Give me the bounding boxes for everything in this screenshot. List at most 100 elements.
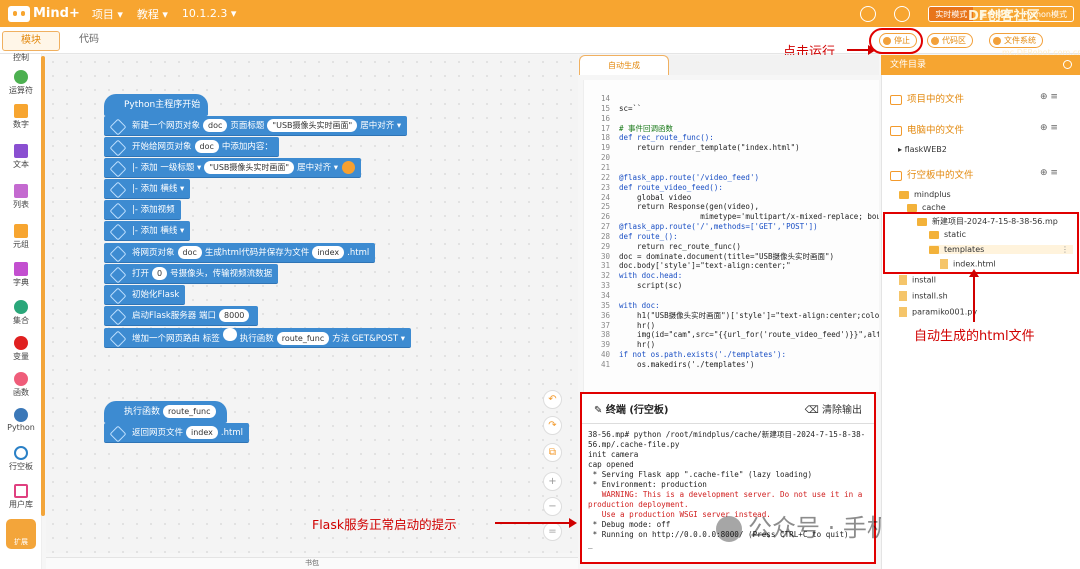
category-tuple[interactable]: 元组 <box>0 224 42 250</box>
file-install[interactable]: install <box>899 275 936 285</box>
pc-files-actions[interactable]: ⊕ ≡ <box>1040 123 1058 133</box>
code-line: doc.body['style']="text-align:center;" <box>619 261 791 271</box>
color-picker[interactable] <box>342 161 356 174</box>
tab-auto-generate[interactable]: 自动生成 <box>579 55 669 75</box>
category-number[interactable]: 数字 <box>0 104 42 130</box>
block-add-hr-1[interactable]: |- 添加 横线 ▾ <box>104 179 191 199</box>
category-dict[interactable]: 字典 <box>0 262 42 288</box>
code-line: doc = dominate.document(title="USB摄像头实时画… <box>619 251 835 261</box>
annotation-arrow-flask <box>495 518 577 528</box>
terminal-line: WARNING: This is a development server. D… <box>588 490 867 509</box>
block-return-file[interactable]: 返回网页文件 index .html <box>104 423 249 443</box>
folder-cache[interactable]: cache <box>907 203 946 212</box>
block-add-hr-2[interactable]: |- 添加 横线 ▾ <box>104 221 191 241</box>
tab-blocks[interactable]: 模块 <box>2 31 60 51</box>
section-project-files[interactable]: 项目中的文件 <box>890 91 964 105</box>
line-number: 35 <box>600 300 610 310</box>
category-operators[interactable]: 运算符 <box>0 70 42 96</box>
user-library-icon <box>14 484 28 498</box>
block-add-heading[interactable]: |- 添加 一级标题 ▾ "USB摄像头实时画面" 居中对齐 ▾ <box>104 158 362 178</box>
dict-icon <box>14 262 28 276</box>
code-line: with doc.head: <box>619 271 683 281</box>
code-line: script(sc) <box>619 281 683 291</box>
function-hat-block[interactable]: 执行函数 route_func <box>104 401 227 423</box>
menu-version[interactable]: 10.1.2.3 ▾ <box>182 7 237 20</box>
block-add-route[interactable]: 增加一个网页路由 标签 执行函数 route_func 方法 GET&POST ▾ <box>104 328 412 348</box>
terminal-line: * Environment: production <box>588 480 707 489</box>
line-number: 33 <box>600 281 610 291</box>
python-main-hat-block[interactable]: Python主程序开始 <box>104 94 209 116</box>
undo-icon[interactable]: ↶ <box>543 390 562 409</box>
menu-project[interactable]: 项目 ▾ <box>92 6 123 22</box>
refresh-icon[interactable] <box>1063 60 1072 69</box>
category-list[interactable]: 列表 <box>0 184 42 210</box>
category-text[interactable]: 文本 <box>0 144 42 170</box>
block-start-flask[interactable]: 启动Flask服务器 端口 8000 <box>104 306 259 326</box>
code-icon <box>931 37 939 45</box>
section-pc-files[interactable]: 电脑中的文件 <box>890 122 964 136</box>
terminal-line: 38-56.mp# python /root/mindplus/cache/新建… <box>588 430 866 449</box>
zoom-in-icon[interactable]: + <box>543 472 562 491</box>
terminal-line: cap opened <box>588 460 634 469</box>
email-icon[interactable] <box>860 5 877 22</box>
block-add-video[interactable]: |- 添加视频 <box>104 200 181 220</box>
settings-icon[interactable] <box>894 5 911 22</box>
code-area-button[interactable]: 代码区 <box>927 33 973 48</box>
backpack-bar[interactable]: 书包 <box>46 557 578 569</box>
cleanup-icon[interactable]: ⧉ <box>543 443 562 462</box>
zoom-out-icon[interactable]: − <box>543 497 562 516</box>
line-number: 15 <box>600 103 610 113</box>
mode-realtime[interactable]: 实时模式 <box>929 6 974 21</box>
annotation-templates-highlight <box>883 212 1079 274</box>
zoom-reset-icon[interactable]: = <box>543 522 562 541</box>
block-new-webpage[interactable]: 新建一个网页对象 doc 页面标题 "USB摄像头实时画面" 居中对齐 ▾ <box>104 116 408 136</box>
unihiker-icon <box>14 446 28 460</box>
line-number: 20 <box>600 153 610 163</box>
file-system-button[interactable]: 文件系统 <box>989 33 1043 48</box>
tab-code[interactable]: 代码 <box>60 31 118 51</box>
project-files-actions[interactable]: ⊕ ≡ <box>1040 92 1058 102</box>
code-view[interactable]: 14 15 sc=`` 16 17 # 事件回调函数 18 def rec_route_fun… <box>583 80 879 392</box>
redo-icon[interactable]: ↷ <box>543 416 562 435</box>
category-control[interactable]: 控制 <box>0 52 42 63</box>
category-set[interactable]: 集合 <box>0 300 42 326</box>
line-number: 40 <box>600 350 610 360</box>
line-number: 17 <box>600 123 610 133</box>
main-menu: 项目 ▾ 教程 ▾ 10.1.2.3 ▾ <box>92 6 251 22</box>
category-user-library[interactable]: 用户库 <box>0 484 42 510</box>
category-python[interactable]: Python <box>0 408 42 432</box>
pc-folder-flaskweb2[interactable]: ▸ flaskWEB2 <box>898 145 947 154</box>
category-function[interactable]: 函数 <box>0 372 42 398</box>
menu-tutorial[interactable]: 教程 ▾ <box>137 6 168 22</box>
line-number: 36 <box>600 310 610 320</box>
file-paramiko001[interactable]: paramiko001.py <box>899 307 977 317</box>
number-icon <box>14 104 28 118</box>
terminal-line: * Serving Flask app ".cache-file" (lazy … <box>588 470 813 479</box>
block-init-flask[interactable]: 初始化Flask <box>104 285 186 305</box>
file-install-sh[interactable]: install.sh <box>899 291 948 301</box>
block-save-html[interactable]: 将网页对象 doc 生成html代码并保存为文件 index .html <box>104 243 376 263</box>
extension-button[interactable]: 扩展 <box>6 519 36 549</box>
category-variable[interactable]: 变量 <box>0 336 42 362</box>
sidebar-scrollbar[interactable] <box>41 56 45 516</box>
section-board-files[interactable]: 行空板中的文件 <box>890 167 974 181</box>
clear-output-button[interactable]: ⌫ 清除输出 <box>805 401 862 416</box>
line-number: 24 <box>600 192 610 202</box>
category-unihiker[interactable]: 行空板 <box>0 446 42 472</box>
folder-mindplus[interactable]: mindplus <box>899 190 951 199</box>
block-category-sidebar: 控制 运算符 数字 文本 列表 元组 字典 集合 变量 函数 Python 行空… <box>0 52 42 569</box>
wechat-icon <box>716 516 742 542</box>
board-files-actions[interactable]: ⊕ ≡ <box>1040 168 1058 178</box>
text-icon <box>14 144 28 158</box>
block-start-content[interactable]: 开始给网页对象 doc 中添加内容： <box>104 137 279 157</box>
line-number: 23 <box>600 182 610 192</box>
code-line: h1("USB摄像头实时画面")['style']="text-align:ce… <box>619 310 879 320</box>
line-number: 38 <box>600 330 610 340</box>
project-icon <box>890 94 902 105</box>
tuple-icon <box>14 224 28 238</box>
variable-icon <box>14 336 28 350</box>
block-open-camera[interactable]: 打开 0 号摄像头，传输视频流数据 <box>104 264 279 284</box>
folder-icon <box>993 37 1001 45</box>
code-line: @flask_app.route('/',methods=['GET','POS… <box>619 222 818 232</box>
line-number: 16 <box>600 113 610 123</box>
